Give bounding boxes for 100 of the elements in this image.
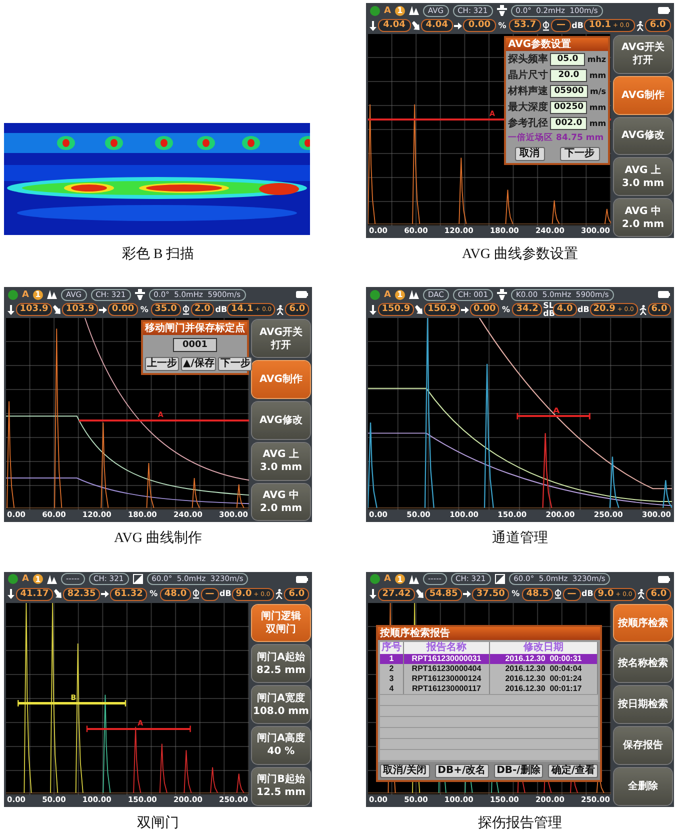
dialog-title: 移动闸门并保存标定点 xyxy=(143,322,247,336)
peaks-icon xyxy=(46,290,57,300)
point-number-field[interactable]: 0001 xyxy=(173,338,217,352)
column-header: 报告名称 xyxy=(404,642,490,654)
reading-value: 6.0 xyxy=(285,303,309,316)
input-field[interactable]: 05900 xyxy=(550,84,588,98)
dialog-button[interactable]: DB+/改名 xyxy=(434,764,489,778)
input-field[interactable]: 002.0 xyxy=(550,116,588,130)
reading-value: 82.35 xyxy=(63,588,100,601)
dialog-button[interactable]: 确定/查看 xyxy=(548,764,598,778)
menu-button[interactable]: 保存报告 xyxy=(614,727,672,764)
unit-label: dB xyxy=(572,22,583,30)
reading-value: 6.0 xyxy=(646,588,671,601)
battery-icon xyxy=(296,576,308,583)
reading-value: — xyxy=(562,588,581,601)
reading-value: 48.0 xyxy=(160,588,191,601)
reading-value: 41.17 xyxy=(16,588,54,601)
menu-button[interactable]: AVG 上 3.0 mm xyxy=(614,158,672,196)
right-arrow-icon xyxy=(463,589,472,600)
reading-value: 4.0 xyxy=(553,303,577,316)
reading-value: 27.42 xyxy=(378,588,416,601)
reading-value: 37.50 xyxy=(472,588,510,601)
status-light-icon xyxy=(370,574,380,584)
peaks-icon xyxy=(408,574,419,584)
dialog-button[interactable]: 取消/关闭 xyxy=(380,764,430,778)
menu-button[interactable]: AVG开关 打开 xyxy=(252,320,310,358)
dialog-title: 按顺序检索报告 xyxy=(378,626,600,640)
reading-value: 6.0 xyxy=(284,588,309,601)
menu-button[interactable]: AVG 中 2.0 mm xyxy=(614,199,672,236)
table-cell[interactable]: 1 xyxy=(380,654,404,664)
table-cell[interactable]: RPT161230000404 xyxy=(404,664,490,674)
menu-button[interactable]: 闸门A宽度 108.0 mm xyxy=(252,686,310,724)
reading-value: 2.0 xyxy=(190,303,214,316)
menu-button[interactable]: 按顺序检索 xyxy=(614,604,672,642)
diagonal-arrow-icon xyxy=(412,20,420,30)
diameter-icon xyxy=(182,304,190,315)
walking-figure-icon xyxy=(637,589,646,600)
unit-label: mm xyxy=(589,70,606,80)
unit-label: dB xyxy=(578,306,589,314)
menu-button[interactable]: 全删除 xyxy=(614,768,672,805)
dialog-button[interactable]: 上一步 xyxy=(145,357,179,372)
menu-button[interactable]: 按名称检索 xyxy=(614,645,672,682)
table-cell[interactable]: 2 xyxy=(380,664,404,674)
mode-label: A xyxy=(22,574,29,584)
menu-button[interactable]: AVG修改 xyxy=(252,402,310,439)
right-arrow-icon xyxy=(99,304,108,315)
input-field[interactable]: 00250 xyxy=(550,100,588,114)
reading-value: 0.00 xyxy=(470,303,500,316)
dialog-button[interactable]: 取消 xyxy=(514,147,545,161)
diagonal-arrow-icon xyxy=(54,589,62,600)
walking-figure-icon xyxy=(275,589,284,600)
reading-value: 53.7 xyxy=(508,19,542,32)
menu-button[interactable]: AVG 上 3.0 mm xyxy=(252,442,310,480)
walking-figure-icon xyxy=(276,304,284,315)
dialog-button[interactable]: ▲/保存 xyxy=(181,357,216,372)
field-label: 晶片尺寸 xyxy=(508,68,548,82)
menu-button[interactable]: AVG 中 2.0 mm xyxy=(252,484,310,520)
menu-button[interactable]: AVG开关 打开 xyxy=(614,36,672,73)
battery-icon xyxy=(296,291,308,298)
unit-label: mm xyxy=(589,102,606,112)
input-field[interactable]: 20.0 xyxy=(550,68,588,82)
menu-button[interactable]: 闸门A起始 82.5 mm xyxy=(252,645,310,682)
menu-button[interactable]: 按日期检索 xyxy=(614,686,672,724)
peaks-icon xyxy=(46,574,57,584)
dialog-button[interactable]: DB-/删除 xyxy=(494,764,544,778)
angle-probe-icon xyxy=(132,574,143,584)
unit-label: mhz xyxy=(587,54,606,64)
dialog-button[interactable]: 下一步 xyxy=(560,147,600,161)
down-arrow-icon xyxy=(369,20,377,30)
reading-value: — xyxy=(551,19,571,32)
unit-label: % xyxy=(510,590,521,598)
figure-caption: 通道管理 xyxy=(491,530,549,548)
diagonal-arrow-icon xyxy=(414,304,423,315)
unit-label: SL dB xyxy=(543,302,552,318)
unit-label: dB xyxy=(220,590,231,598)
dialog-button[interactable]: 下一步 xyxy=(218,357,252,372)
down-arrow-icon xyxy=(7,589,15,600)
input-field[interactable]: 05.0 xyxy=(550,52,586,66)
table-cell[interactable]: 2016.12.30 00:00:31 xyxy=(490,654,598,664)
mode-label: A xyxy=(384,574,391,584)
unit-label: mm xyxy=(589,118,606,128)
menu-button[interactable]: 闸门A高度 40 % xyxy=(252,727,310,764)
menu-button[interactable]: 闸门B起始 12.5 mm xyxy=(252,768,310,805)
reading-value: 48.5 xyxy=(522,588,553,601)
dialog-title: AVG参数设置 xyxy=(506,38,608,51)
menu-button[interactable]: AVG修改 xyxy=(614,118,672,154)
battery-icon xyxy=(658,576,670,583)
field-label: 材料声速 xyxy=(508,84,548,98)
down-arrow-icon xyxy=(7,304,15,315)
peaks-icon xyxy=(408,290,419,300)
near-field-note: 一倍近场区 84.75 mm xyxy=(507,132,605,145)
reading-value: 54.85 xyxy=(425,588,462,601)
table-cell[interactable]: RPT161230000031 xyxy=(404,654,490,664)
field-label: 最大深度 xyxy=(508,100,548,114)
table-cell[interactable]: 2016.12.30 00:04:04 xyxy=(490,664,598,674)
menu-button[interactable]: 闸门逻辑 双闸门 xyxy=(252,604,310,642)
down-arrow-icon xyxy=(369,304,377,315)
diagonal-arrow-icon xyxy=(53,304,62,315)
unit-label: % xyxy=(500,306,511,314)
diameter-icon xyxy=(542,20,550,30)
